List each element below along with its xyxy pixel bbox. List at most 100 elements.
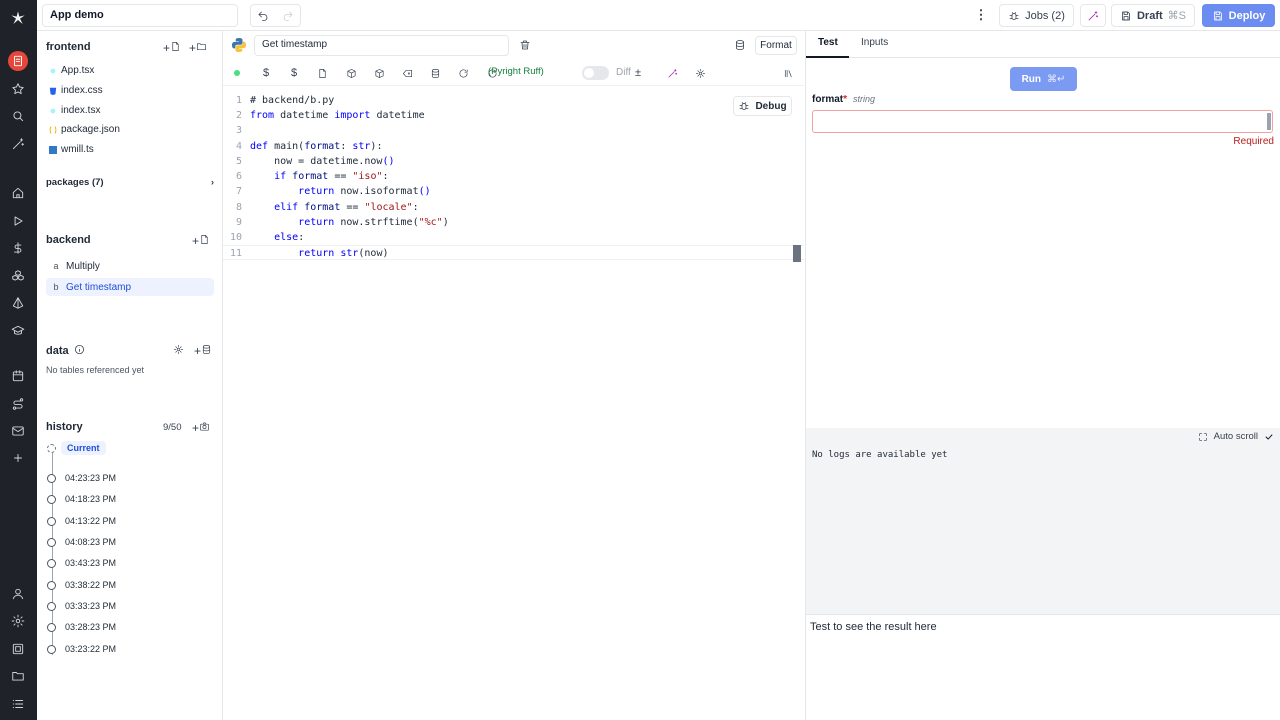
take-snapshot-button[interactable]: + — [192, 421, 210, 435]
windmill-logo-icon[interactable] — [8, 8, 28, 28]
library-icon[interactable] — [781, 66, 795, 80]
mail-icon[interactable] — [8, 421, 28, 441]
history-current-item[interactable]: Current — [47, 441, 106, 455]
info-icon[interactable] — [74, 344, 85, 358]
more-options-icon[interactable]: ⋮ — [973, 8, 989, 24]
tutorials-cap-icon[interactable] — [8, 321, 28, 341]
test-tabs: Test Inputs — [806, 31, 1280, 58]
python-icon — [232, 38, 246, 52]
history-item[interactable]: 04:13:22 PM — [47, 516, 116, 526]
file-icon — [172, 42, 179, 51]
database-icon — [202, 345, 211, 354]
history-item[interactable]: 04:18:23 PM — [47, 494, 116, 504]
plus-minus-icon[interactable]: ± — [631, 66, 645, 80]
database-icon[interactable] — [734, 39, 746, 51]
history-item[interactable]: 04:08:23 PM — [47, 537, 116, 547]
deploy-button[interactable]: Deploy — [1202, 4, 1275, 27]
debug-button[interactable]: Debug — [733, 96, 792, 116]
history-item[interactable]: 03:43:23 PM — [47, 558, 116, 568]
undo-icon — [258, 11, 268, 21]
code-line-text: if format == "iso": — [274, 171, 389, 182]
file-icon — [201, 235, 208, 244]
package-icon[interactable] — [344, 66, 358, 80]
magic-wand-icon[interactable] — [665, 66, 679, 80]
format-arg-input[interactable] — [812, 110, 1273, 133]
runs-play-icon[interactable] — [8, 211, 28, 231]
reload-icon[interactable] — [456, 66, 470, 80]
editor-scrollbar-thumb[interactable] — [793, 245, 801, 262]
diff-toggle[interactable] — [582, 66, 609, 80]
code-line: 3 — [235, 125, 242, 136]
history-time: 04:23:23 PM — [65, 473, 117, 483]
workers-server-icon[interactable] — [8, 639, 28, 659]
file-icon[interactable] — [315, 66, 329, 80]
schedules-calendar-icon[interactable] — [8, 366, 28, 386]
user-icon[interactable] — [8, 584, 28, 604]
tab-test[interactable]: Test — [818, 37, 838, 48]
history-item[interactable]: 03:23:22 PM — [47, 644, 116, 654]
redo-button[interactable] — [276, 5, 301, 26]
logs-list-icon[interactable] — [8, 694, 28, 714]
runnable-item-selected[interactable]: b Get timestamp — [46, 278, 214, 296]
triggers-route-icon[interactable] — [8, 394, 28, 414]
file-name: App.tsx — [61, 65, 95, 76]
save-draft-button[interactable]: Draft ⌘S — [1111, 4, 1195, 27]
magic-wand-icon[interactable] — [8, 134, 28, 154]
home-icon[interactable] — [8, 183, 28, 203]
star-icon[interactable] — [8, 79, 28, 99]
history-item[interactable]: 03:38:22 PM — [47, 580, 116, 590]
app-title-input[interactable]: App demo — [42, 4, 238, 27]
data-settings-gear-icon[interactable] — [173, 344, 184, 358]
history-item[interactable]: 04:23:23 PM — [47, 473, 116, 483]
resources-boxes-icon[interactable] — [8, 266, 28, 286]
folder-icon[interactable] — [8, 666, 28, 686]
file-item[interactable]: index.tsx — [49, 105, 100, 116]
package-icon[interactable] — [372, 66, 386, 80]
file-item[interactable]: wmill.ts — [49, 144, 94, 155]
history-item[interactable]: 03:28:23 PM — [47, 622, 116, 632]
database-icon[interactable] — [428, 66, 442, 80]
no-tables-text: No tables referenced yet — [46, 365, 145, 375]
add-resource-dollar-icon[interactable]: $ — [287, 66, 301, 80]
autoscroll-toggle[interactable]: Auto scroll — [1198, 431, 1274, 442]
add-table-button[interactable]: + — [194, 344, 212, 358]
search-icon[interactable] — [8, 106, 28, 126]
code-line: 5 now = datetime.now() — [235, 156, 395, 167]
history-item[interactable]: 03:33:23 PM — [47, 601, 116, 611]
settings-gear-icon[interactable] — [693, 66, 707, 80]
runnable-item[interactable]: a Multiply — [46, 257, 214, 275]
trash-icon[interactable] — [519, 39, 531, 51]
react-icon — [49, 67, 57, 75]
jobs-button[interactable]: Jobs (2) — [999, 4, 1074, 27]
assets-pyramid-icon[interactable] — [8, 293, 28, 313]
file-item[interactable]: package.json — [49, 124, 120, 135]
add-folder-button[interactable]: + — [189, 41, 207, 55]
file-item[interactable]: App.tsx — [49, 65, 94, 76]
format-button[interactable]: Format — [755, 36, 797, 55]
save-icon — [1212, 10, 1224, 22]
add-file-button[interactable]: + — [163, 41, 181, 55]
timeline-dot — [47, 494, 56, 504]
tag-icon[interactable] — [400, 66, 414, 80]
plus-icon[interactable] — [8, 448, 28, 468]
code-line: 2 from datetime import datetime — [235, 110, 425, 121]
code-area[interactable]: 1 # backend/b.py 2 from datetime import da… — [223, 93, 804, 720]
code-line: 7 return now.isoformat() — [235, 186, 431, 197]
ai-assistant-button[interactable] — [1080, 4, 1106, 27]
file-item[interactable]: index.css — [49, 85, 103, 96]
lsp-label: (Pyright Ruff) — [488, 66, 544, 77]
tab-inputs[interactable]: Inputs — [861, 37, 888, 48]
add-variable-dollar-icon[interactable]: $ — [259, 66, 273, 80]
variables-dollar-icon[interactable] — [8, 238, 28, 258]
runnable-name-input[interactable]: Get timestamp — [254, 35, 509, 56]
packages-toggle[interactable]: packages (7) › — [46, 177, 214, 188]
undo-button[interactable] — [251, 5, 276, 26]
magic-wand-icon — [1087, 10, 1099, 22]
run-button[interactable]: Run ⌘↵ — [1010, 67, 1077, 91]
arg-label: format* string — [812, 94, 875, 105]
test-panel: Test Inputs Run ⌘↵ format* string Requir… — [805, 31, 1280, 720]
settings-gear-icon[interactable] — [8, 611, 28, 631]
add-runnable-button[interactable]: + — [192, 234, 210, 248]
deploy-label: Deploy — [1228, 9, 1266, 22]
app-editor-icon[interactable] — [8, 51, 28, 71]
